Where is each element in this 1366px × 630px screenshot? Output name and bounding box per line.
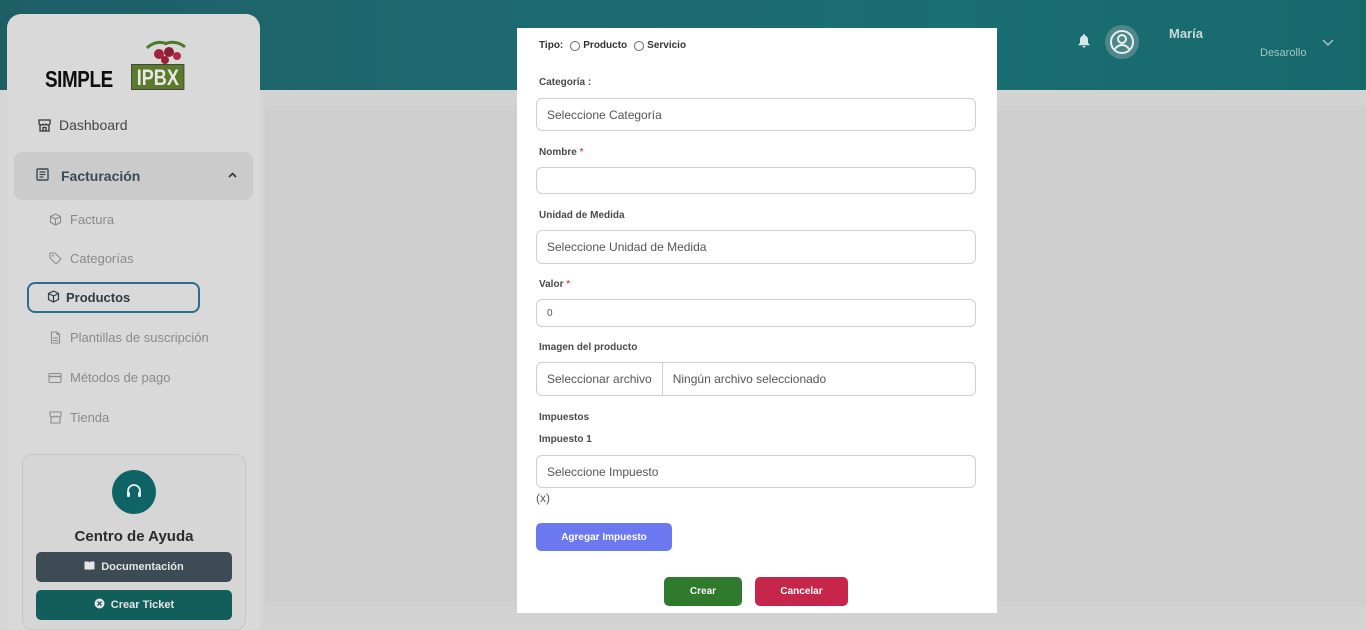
help-center-card: Centro de Ayuda Documentación Crear Tick… — [22, 454, 246, 630]
tipo-row: Tipo: Producto Servicio — [539, 40, 686, 51]
sidebar-item-factura[interactable]: Factura — [48, 212, 114, 227]
nombre-label-text: Nombre — [539, 147, 577, 158]
documentation-button[interactable]: Documentación — [36, 552, 232, 582]
create-ticket-label: Crear Ticket — [110, 599, 175, 611]
unidad-label: Unidad de Medida — [539, 210, 625, 221]
impuestos-label: Impuestos — [539, 412, 590, 423]
valor-label-text: Valor — [539, 279, 564, 290]
invoice-icon — [36, 168, 49, 184]
logo-word-ipbx: IPBX — [131, 64, 185, 90]
logo-word-simple: SIMPLE — [45, 66, 113, 92]
unidad-select[interactable]: Seleccione Unidad de Medida — [536, 230, 976, 264]
store-icon — [37, 118, 51, 132]
sidebar-item-productos[interactable]: Productos — [27, 282, 200, 313]
ticket-icon — [94, 598, 105, 612]
sidebar-group-facturacion[interactable]: Facturación — [14, 152, 253, 200]
radio-producto[interactable] — [570, 40, 581, 51]
book-icon — [84, 561, 95, 573]
radio-servicio-label[interactable]: Servicio — [647, 40, 686, 51]
help-center-title: Centro de Ayuda — [74, 528, 194, 545]
sidebar-item-label: Plantillas de suscripción — [70, 330, 209, 345]
impuesto-select[interactable]: Seleccione Impuesto — [536, 455, 976, 488]
user-name[interactable]: María — [1169, 26, 1203, 41]
sidebar-item-plantillas[interactable]: Plantillas de suscripción — [48, 330, 209, 345]
sidebar-item-tienda[interactable]: Tienda — [48, 410, 109, 425]
imagen-label: Imagen del producto — [539, 342, 638, 353]
sidebar-item-label: Productos — [66, 290, 131, 305]
impuesto-1-label: Impuesto 1 — [539, 434, 592, 445]
sidebar-item-label: Categorías — [70, 251, 134, 266]
sidebar-item-dashboard[interactable]: Dashboard — [37, 117, 128, 133]
nombre-label: Nombre * — [539, 147, 583, 158]
radio-producto-label[interactable]: Producto — [583, 40, 627, 51]
impuesto-select-value: Seleccione Impuesto — [547, 464, 659, 479]
berries-icon — [145, 40, 186, 64]
sidebar-item-label: Tienda — [70, 410, 110, 425]
create-ticket-button[interactable]: Crear Ticket — [36, 590, 232, 620]
tipo-label: Tipo: — [539, 40, 564, 51]
sidebar-item-categorias[interactable]: Categorías — [48, 251, 134, 266]
documentation-label: Documentación — [101, 561, 184, 573]
file-status-text: Ningún archivo seleccionado — [672, 372, 827, 386]
required-mark: * — [566, 279, 571, 290]
headset-icon — [112, 470, 156, 514]
document-icon — [48, 331, 62, 345]
notification-bell-icon[interactable] — [1078, 34, 1090, 53]
categoria-label: Categoría : — [539, 77, 592, 88]
sidebar-item-label: Métodos de pago — [70, 370, 171, 385]
radio-servicio[interactable] — [634, 40, 645, 51]
app-logo[interactable]: SIMPLE IPBX — [45, 40, 195, 92]
add-tax-button[interactable]: Agregar Impuesto — [536, 523, 672, 551]
box-icon — [47, 289, 60, 306]
valor-input[interactable]: 0 — [536, 299, 976, 327]
tag-icon — [48, 252, 62, 266]
user-avatar[interactable] — [1105, 25, 1139, 59]
chevron-up-icon — [228, 170, 237, 181]
nombre-input[interactable] — [536, 167, 976, 194]
valor-label: Valor * — [539, 279, 570, 290]
cancel-button[interactable]: Cancelar — [755, 577, 848, 606]
user-role: Desarollo — [1260, 47, 1307, 59]
required-mark: * — [579, 147, 584, 158]
categoria-select[interactable]: Seleccione Categoría — [536, 98, 976, 131]
remove-tax-link[interactable]: (x) — [536, 491, 550, 505]
categoria-select-value: Seleccione Categoría — [547, 107, 662, 122]
sidebar-item-label: Factura — [70, 212, 115, 227]
sidebar-group-label: Facturación — [61, 168, 141, 184]
unidad-select-value: Seleccione Unidad de Medida — [547, 240, 707, 254]
chevron-down-icon[interactable] — [1322, 34, 1334, 52]
create-product-modal: Tipo: Producto Servicio Categoría : Sele… — [517, 28, 997, 613]
store-icon — [48, 411, 62, 425]
box-icon — [48, 213, 62, 227]
valor-input-value: 0 — [547, 307, 553, 319]
create-button[interactable]: Crear — [664, 577, 742, 606]
sidebar-item-label: Dashboard — [59, 117, 128, 133]
credit-card-icon — [48, 371, 62, 385]
sidebar-item-metodos-pago[interactable]: Métodos de pago — [48, 370, 170, 385]
user-circle-icon — [1110, 30, 1134, 54]
imagen-file-input[interactable]: Seleccionar archivo Ningún archivo selec… — [536, 362, 976, 396]
choose-file-button[interactable]: Seleccionar archivo — [547, 363, 663, 395]
